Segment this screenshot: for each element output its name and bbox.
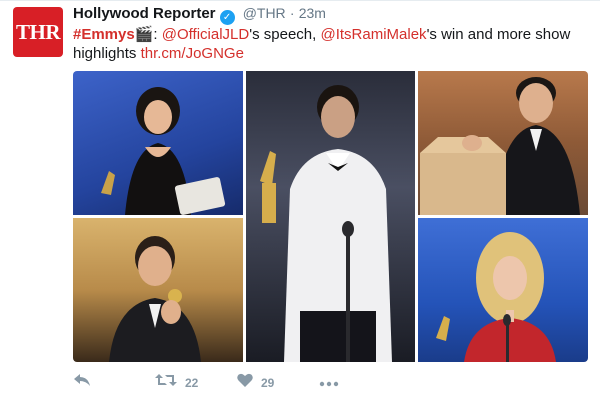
more-icon — [319, 374, 339, 392]
colon: : — [153, 26, 158, 43]
photo-illustration — [101, 87, 226, 215]
photo-kate-mckinnon[interactable] — [418, 218, 588, 362]
tweet-text: #Emmys🎬: @OfficialJLD's speech, @ItsRami… — [73, 25, 588, 63]
tweet-header: Hollywood Reporter ✓ @THR · 23m — [73, 5, 326, 25]
photo-illustration — [436, 232, 556, 362]
account-name[interactable]: Hollywood Reporter — [73, 5, 216, 22]
like-count: 29 — [261, 375, 275, 390]
tweet-link[interactable]: thr.cm/JoGNGe — [141, 45, 244, 62]
mention-itsramimalek[interactable]: @ItsRamiMalek — [320, 26, 426, 43]
account-handle[interactable]: @THR — [243, 5, 286, 21]
reply-button[interactable] — [73, 373, 155, 392]
retweet-icon — [155, 373, 177, 392]
photo-rami-malek[interactable] — [246, 71, 415, 362]
retweet-count: 22 — [185, 375, 199, 390]
tweet-actions: 22 29 — [73, 373, 339, 392]
reply-icon — [73, 373, 91, 392]
verified-badge-icon: ✓ — [219, 10, 235, 25]
avatar[interactable]: THR — [13, 7, 63, 57]
tweet[interactable]: THR Hollywood Reporter ✓ @THR · 23m #Emmy… — [0, 0, 600, 401]
photo-jimmy-kimmel[interactable] — [418, 71, 588, 215]
tweet-text-segment: 's speech, — [249, 26, 317, 43]
photo-illustration — [260, 85, 392, 362]
photo-julia-louis-dreyfus[interactable] — [73, 71, 243, 215]
photo-matt-damon[interactable] — [73, 218, 243, 362]
heart-icon — [237, 373, 253, 392]
tweet-timestamp[interactable]: 23m — [299, 5, 326, 21]
more-button[interactable] — [319, 374, 339, 392]
photo-illustration — [109, 236, 201, 362]
separator: · — [289, 5, 295, 21]
emoji-icon: 🎬 — [134, 26, 154, 43]
retweet-button[interactable]: 22 — [155, 373, 237, 392]
mention-officialjld[interactable]: @OfficialJLD — [162, 26, 249, 43]
hashtag-emmys[interactable]: #Emmys — [73, 26, 135, 43]
like-button[interactable]: 29 — [237, 373, 319, 392]
photo-illustration — [420, 77, 580, 215]
media-grid[interactable] — [73, 71, 588, 362]
